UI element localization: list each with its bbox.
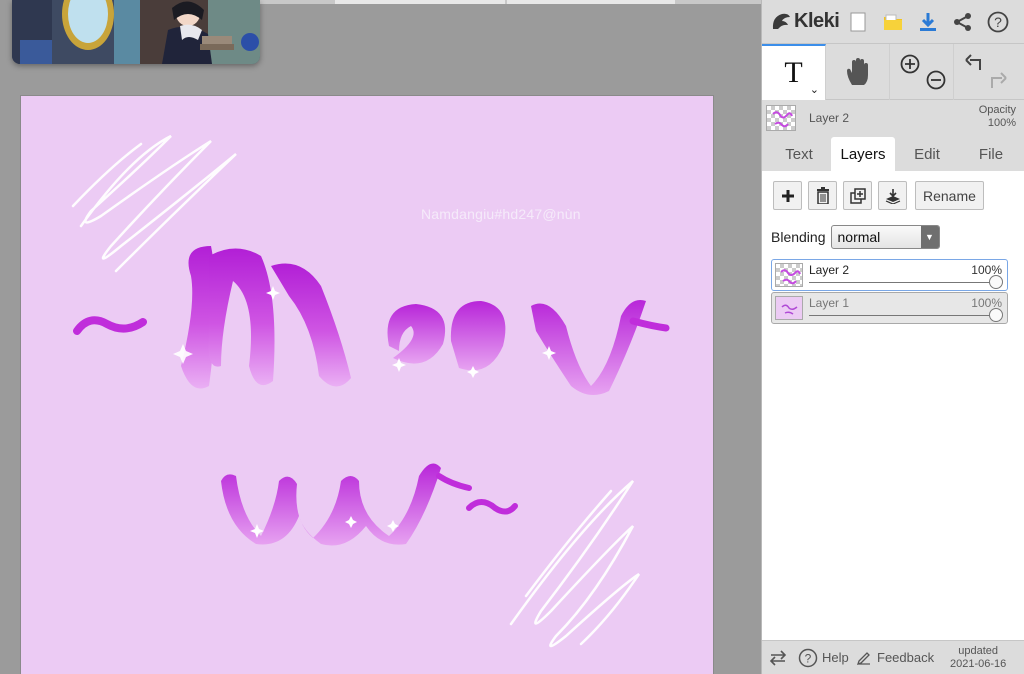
blending-value: normal (837, 229, 881, 245)
opacity-slider-track[interactable] (809, 315, 996, 316)
current-layer-info: Layer 2 Opacity 100% (762, 100, 1024, 136)
updated-date: 2021-06-16 (950, 657, 1007, 670)
feedback-icon (856, 651, 870, 665)
layer-preview-image (772, 111, 793, 128)
zoom-icons (900, 54, 945, 90)
duplicate-icon (849, 187, 866, 204)
layer-item-layer-1[interactable]: Layer 1 100% (771, 292, 1008, 324)
add-layer-button[interactable] (773, 181, 802, 210)
blending-select[interactable]: normal ▼ (830, 225, 940, 249)
blending-row: Blending normal ▼ (762, 210, 1024, 249)
app-name: Kleki (794, 10, 840, 32)
layer-preview-image (781, 304, 798, 315)
rename-layer-button[interactable]: Rename (915, 181, 984, 210)
undo-icon[interactable] (965, 54, 981, 70)
blending-label: Blending (771, 229, 826, 245)
merge-layer-button[interactable] (878, 181, 907, 210)
preview-thumbnail (12, 0, 260, 64)
current-layer-thumbnail (766, 105, 796, 131)
top-strip-segment (335, 0, 505, 4)
tab-layers[interactable]: Layers (831, 137, 895, 171)
drawing-canvas[interactable]: Namdangiu#hd247@nùn (21, 96, 713, 674)
help-icon: ? (987, 11, 1008, 32)
help-icon: ? (798, 648, 818, 667)
share-button[interactable] (945, 0, 980, 44)
help-button[interactable]: ? (980, 0, 1015, 44)
trash-icon (816, 187, 829, 204)
text-tool-icon: T (784, 56, 803, 89)
panel-tabs: Text Layers Edit File (762, 137, 1024, 171)
redo-icon[interactable] (991, 72, 1007, 88)
tab-edit[interactable]: Edit (895, 137, 959, 171)
text-tool-button[interactable]: T ⌄ (762, 44, 826, 100)
layer-thumbnail (775, 296, 803, 320)
opacity-display[interactable]: Opacity 100% (979, 104, 1016, 130)
chevron-down-icon: ▼ (920, 226, 939, 248)
artwork-layer (71, 134, 670, 648)
current-layer-name: Layer 2 (809, 111, 850, 125)
feedback-label: Feedback (877, 650, 935, 665)
top-bar: Kleki ? (762, 0, 1024, 44)
download-button[interactable] (910, 0, 945, 44)
top-strip (260, 0, 761, 4)
layer-name: Layer 2 (809, 263, 850, 277)
watermark-text: Namdangiu#hd247@nùn (421, 206, 581, 222)
opacity-value: 100% (987, 117, 1016, 129)
delete-layer-button[interactable] (808, 181, 837, 210)
tab-file[interactable]: File (959, 137, 1023, 171)
new-file-icon (850, 12, 865, 31)
new-file-button[interactable] (840, 0, 875, 44)
lettering-line-2 (221, 463, 518, 546)
zoom-button[interactable] (890, 44, 954, 100)
opacity-label: Opacity (978, 104, 1016, 116)
help-label: Help (822, 650, 849, 665)
preview-thumbnail-image (12, 0, 260, 64)
duplicate-layer-button[interactable] (843, 181, 872, 210)
layer-actions: Rename (762, 171, 1024, 210)
opacity-slider-track[interactable] (809, 282, 996, 283)
opacity-slider-handle[interactable] (989, 275, 1003, 289)
undo-redo-icons (965, 54, 1007, 88)
help-link[interactable]: ? Help (794, 641, 852, 674)
layer-item-layer-2[interactable]: Layer 2 100% (771, 259, 1008, 291)
undo-redo-button[interactable] (954, 44, 1018, 100)
svg-text:?: ? (805, 651, 812, 665)
updated-info: updated 2021-06-16 (950, 645, 1006, 671)
bottom-bar: ? Help Feedback updated 2021-06-16 (762, 640, 1024, 674)
kleki-logo[interactable]: Kleki (762, 0, 840, 44)
share-icon (953, 12, 971, 31)
zoom-in-icon[interactable] (900, 54, 919, 74)
opacity-slider-handle[interactable] (989, 308, 1003, 322)
zoom-out-icon[interactable] (926, 70, 945, 90)
scribble-bottom-right (509, 480, 641, 648)
hand-tool-button[interactable] (826, 44, 890, 100)
svg-text:?: ? (994, 14, 1002, 30)
lettering-line-1 (73, 246, 670, 395)
feedback-link[interactable]: Feedback (852, 641, 942, 674)
top-strip-segment (507, 0, 675, 4)
canvas-workspace[interactable]: Namdangiu#hd247@nùn (0, 0, 761, 674)
layer-preview-image (780, 269, 801, 285)
open-folder-button[interactable] (875, 0, 910, 44)
merge-down-icon (885, 188, 900, 204)
updated-label: updated (958, 644, 999, 657)
layer-thumbnail (775, 263, 803, 287)
right-panel: Kleki ? T ⌄ Layer 2 Opacity 100% Text La… (761, 0, 1024, 674)
swap-ui-button[interactable] (762, 641, 794, 674)
chevron-down-icon[interactable]: ⌄ (810, 83, 819, 96)
layers-tab-content: Rename Blending normal ▼ Layer 2 100% La… (762, 171, 1024, 640)
kleki-bird-icon (772, 13, 790, 29)
open-folder-icon (883, 14, 902, 30)
layer-name: Layer 1 (809, 296, 850, 310)
swap-arrows-icon (769, 649, 787, 666)
hand-icon (846, 58, 868, 85)
plus-icon (781, 189, 794, 202)
tab-text[interactable]: Text (767, 137, 831, 171)
download-icon (919, 12, 936, 31)
tool-row: T ⌄ (762, 44, 1024, 100)
